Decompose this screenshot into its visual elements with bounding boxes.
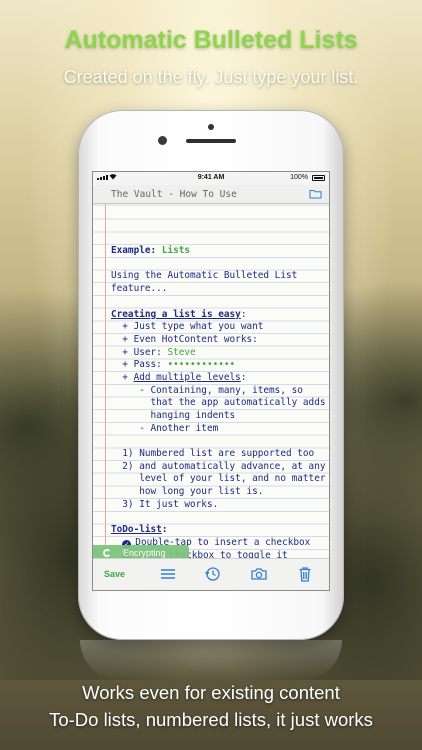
note-line: Creating a list is easy: — [111, 309, 325, 322]
note-text: : — [240, 308, 247, 320]
promo-headline: Automatic Bulleted Lists — [64, 26, 358, 54]
note-text: how long your list is. — [111, 486, 264, 498]
phone-reflection — [80, 640, 342, 680]
note-text: 3) It just works. — [111, 498, 219, 510]
status-bar: 9:41 AM 100% — [93, 172, 329, 185]
note-text: •••••••••••• — [167, 359, 236, 371]
note-text: 1) Numbered list are supported too — [111, 448, 315, 460]
note-text: + Even HotContent works: — [111, 333, 258, 345]
note-line: level of your list, and no matter — [111, 473, 325, 486]
spinner-icon — [103, 549, 111, 557]
note-line: + Add multiple levels: — [111, 372, 325, 385]
footer-line-2: To-Do lists, numbered lists, it just wor… — [49, 709, 373, 730]
note-line: hanging indents — [111, 410, 325, 423]
app-screen: 9:41 AM 100% The Vault - How To Use Exam… — [92, 171, 330, 591]
battery-icon — [312, 175, 325, 181]
footer-line-1: Works even for existing content — [82, 682, 340, 703]
note-title[interactable]: The Vault - How To Use — [111, 189, 237, 200]
note-text: : — [240, 371, 247, 383]
note-line: that the app automatically adds — [111, 397, 326, 410]
note-line: ToDo-list: — [111, 524, 325, 537]
promo-subline: Created on the fly. Just type your list. — [63, 67, 359, 87]
bottom-toolbar: Save — [93, 558, 329, 590]
note-line: - Another item — [111, 423, 325, 436]
note-line: + User: Steve — [111, 347, 325, 360]
note-text: Lists — [161, 245, 191, 257]
note-text: + User: — [111, 346, 168, 358]
note-text: ToDo-list — [111, 524, 162, 536]
note-text: Creating a list is easy — [111, 308, 241, 320]
note-line: + Just type what you want — [111, 321, 325, 334]
notebook-margin-line — [105, 204, 106, 561]
note-line: how long your list is. — [111, 486, 325, 499]
note-editor[interactable]: Example: Lists Using the Automatic Bullet… — [93, 204, 329, 561]
proximity-sensor — [208, 124, 214, 130]
note-line: - Containing, many, items, so — [111, 385, 325, 398]
note-line: 1) Numbered list are supported too — [111, 448, 325, 461]
note-line — [111, 435, 325, 448]
note-line — [111, 258, 325, 271]
save-button[interactable]: Save — [104, 569, 125, 579]
note-line: + Even HotContent works: — [111, 334, 325, 347]
note-line — [111, 512, 325, 525]
note-text: feature... — [111, 283, 168, 295]
note-text: + Just type what you want — [111, 321, 264, 333]
menu-icon[interactable] — [159, 565, 177, 583]
note-text: Add multiple levels — [133, 371, 241, 383]
note-text: - Containing, many, items, so — [111, 384, 303, 396]
camera-icon[interactable] — [250, 565, 268, 583]
note-line: Example: Lists — [111, 245, 325, 258]
note-text: : — [161, 524, 168, 536]
note-line — [111, 296, 325, 309]
note-text: - Another item — [111, 422, 219, 434]
note-text: Steve — [167, 346, 196, 358]
note-line: 2) and automatically advance, at any — [111, 461, 325, 474]
note-text: Example: — [111, 245, 162, 257]
earpiece-speaker — [186, 139, 236, 143]
phone-frame: 9:41 AM 100% The Vault - How To Use Exam… — [78, 110, 344, 640]
note-text: + — [111, 371, 134, 383]
note-line: 3) It just works. — [111, 499, 325, 512]
folder-icon[interactable] — [309, 188, 322, 202]
toast-label: Encrypting — [123, 548, 166, 558]
trash-icon[interactable] — [296, 565, 314, 583]
battery-percent: 100% — [290, 174, 308, 181]
note-text: 2) and automatically advance, at any — [111, 460, 326, 472]
history-icon[interactable] — [204, 565, 222, 583]
front-camera — [158, 136, 167, 145]
note-text: that the app automatically adds — [111, 397, 326, 409]
note-line: feature... — [111, 283, 325, 296]
note-text: + Pass: — [111, 359, 168, 371]
note-text: Using the Automatic Bulleted List — [111, 270, 298, 282]
note-line: Using the Automatic Bulleted List — [111, 270, 325, 283]
note-text: level of your list, and no matter — [111, 473, 326, 485]
note-text: hanging indents — [111, 410, 236, 422]
note-title-bar: The Vault - How To Use — [93, 185, 329, 204]
note-line: + Pass: •••••••••••• — [111, 359, 325, 372]
